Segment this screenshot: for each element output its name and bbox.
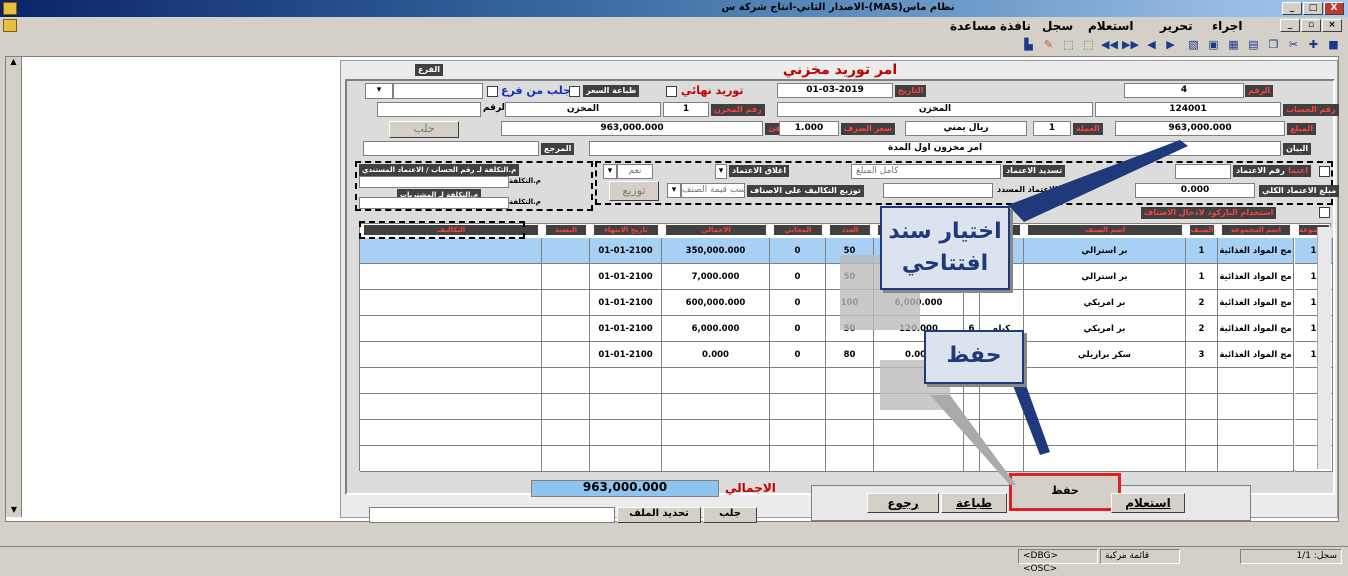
status-keys: <DBG> <OSC> [1018, 549, 1098, 574]
callout-arrow-1 [1008, 140, 1188, 222]
status-bar: سجل: 1/1 قائمة مركبة <DBG> <OSC> [0, 546, 1348, 574]
status-mode: قائمة مركبة [1100, 549, 1180, 564]
save-callout: حفظ [924, 330, 1024, 384]
callout-arrows [840, 140, 1188, 485]
opening-voucher-callout: اختيار سند افتتاحي [880, 206, 1010, 290]
callout-pointer-2 [930, 395, 1016, 485]
record-count: سجل: 1/1 [1240, 549, 1342, 564]
